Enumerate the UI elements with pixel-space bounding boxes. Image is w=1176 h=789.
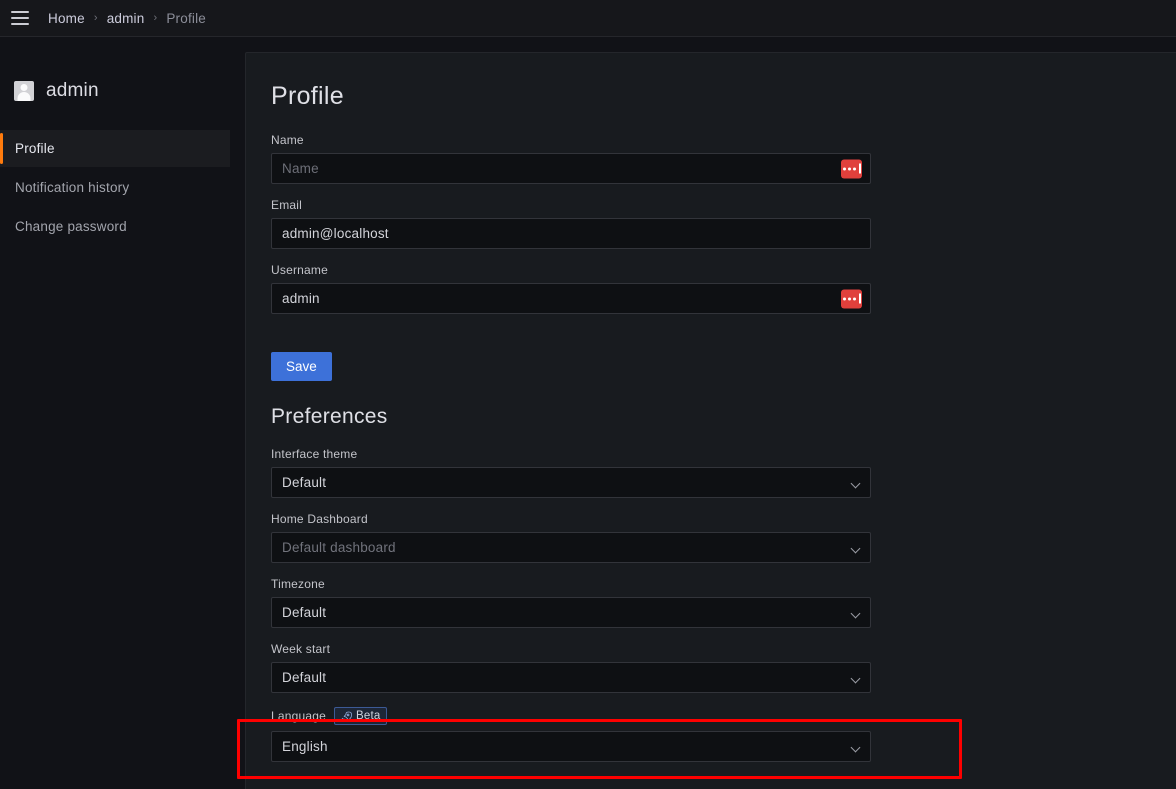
- save-button[interactable]: Save: [271, 352, 332, 381]
- field-timezone: Timezone Default: [271, 577, 871, 628]
- email-input-value: admin@localhost: [282, 226, 389, 241]
- beta-badge-label: Beta: [356, 710, 381, 722]
- breadcrumb-separator-icon: ›: [93, 11, 98, 24]
- language-label-text: Language: [271, 709, 326, 723]
- user-avatar-icon: [14, 81, 34, 101]
- home-dashboard-value: Default dashboard: [282, 540, 396, 555]
- sidebar-item-change-password[interactable]: Change password: [0, 208, 230, 245]
- field-label-email: Email: [271, 198, 303, 212]
- sidebar-user-name: admin: [46, 80, 99, 101]
- sidebar-item-label: Notification history: [15, 180, 130, 195]
- sidebar-item-profile[interactable]: Profile: [0, 130, 230, 167]
- language-value: English: [282, 739, 328, 754]
- rocket-icon: [341, 711, 352, 721]
- breadcrumb-item-profile: Profile: [166, 10, 207, 26]
- breadcrumb-item-home[interactable]: Home: [48, 11, 85, 26]
- top-navigation-bar: Home › admin › Profile: [0, 0, 1176, 37]
- sidebar-item-label: Change password: [15, 219, 127, 234]
- field-email: Email admin@localhost: [271, 198, 871, 249]
- chevron-down-icon: [850, 608, 861, 618]
- chevron-down-icon: [850, 673, 861, 683]
- field-label-week-start: Week start: [271, 642, 331, 656]
- chevron-down-icon: [850, 478, 861, 488]
- breadcrumb-separator-icon: ›: [153, 11, 158, 24]
- home-dashboard-select[interactable]: Default dashboard: [271, 532, 871, 563]
- sidebar-user-header: admin: [0, 76, 245, 106]
- timezone-value: Default: [282, 605, 327, 620]
- interface-theme-value: Default: [282, 475, 327, 490]
- password-manager-icon[interactable]: [841, 159, 862, 178]
- interface-theme-select[interactable]: Default: [271, 467, 871, 498]
- name-input[interactable]: Name: [271, 153, 871, 184]
- beta-badge: Beta: [334, 707, 388, 725]
- field-language: Language Beta English: [271, 707, 871, 762]
- sidebar-item-notification-history[interactable]: Notification history: [0, 169, 230, 206]
- name-input-placeholder: Name: [282, 161, 319, 176]
- timezone-select[interactable]: Default: [271, 597, 871, 628]
- field-label-name: Name: [271, 133, 304, 147]
- chevron-down-icon: [850, 742, 861, 752]
- field-name: Name Name: [271, 133, 871, 184]
- field-label-timezone: Timezone: [271, 577, 325, 591]
- field-label-username: Username: [271, 263, 328, 277]
- username-input[interactable]: admin: [271, 283, 871, 314]
- breadcrumb: Home › admin › Profile: [48, 11, 206, 26]
- field-label-interface-theme: Interface theme: [271, 447, 358, 461]
- field-label-language: Language Beta: [271, 707, 871, 725]
- field-username: Username admin: [271, 263, 871, 314]
- profile-sidebar: admin Profile Notification history Chang…: [0, 38, 245, 789]
- email-input[interactable]: admin@localhost: [271, 218, 871, 249]
- week-start-select[interactable]: Default: [271, 662, 871, 693]
- username-input-value: admin: [282, 291, 320, 306]
- preferences-heading: Preferences: [271, 405, 388, 428]
- week-start-value: Default: [282, 670, 327, 685]
- field-label-home-dashboard: Home Dashboard: [271, 512, 368, 526]
- profile-content-panel: Profile Name Name Email admin@localhost …: [245, 52, 1176, 789]
- sidebar-item-label: Profile: [15, 141, 55, 156]
- password-manager-icon[interactable]: [841, 289, 862, 308]
- field-interface-theme: Interface theme Default: [271, 447, 871, 498]
- field-home-dashboard: Home Dashboard Default dashboard: [271, 512, 871, 563]
- page-title: Profile: [271, 82, 344, 110]
- chevron-down-icon: [850, 543, 861, 553]
- language-select[interactable]: English: [271, 731, 871, 762]
- hamburger-menu-icon[interactable]: [6, 4, 34, 32]
- field-week-start: Week start Default: [271, 642, 871, 693]
- breadcrumb-item-admin[interactable]: admin: [107, 11, 145, 26]
